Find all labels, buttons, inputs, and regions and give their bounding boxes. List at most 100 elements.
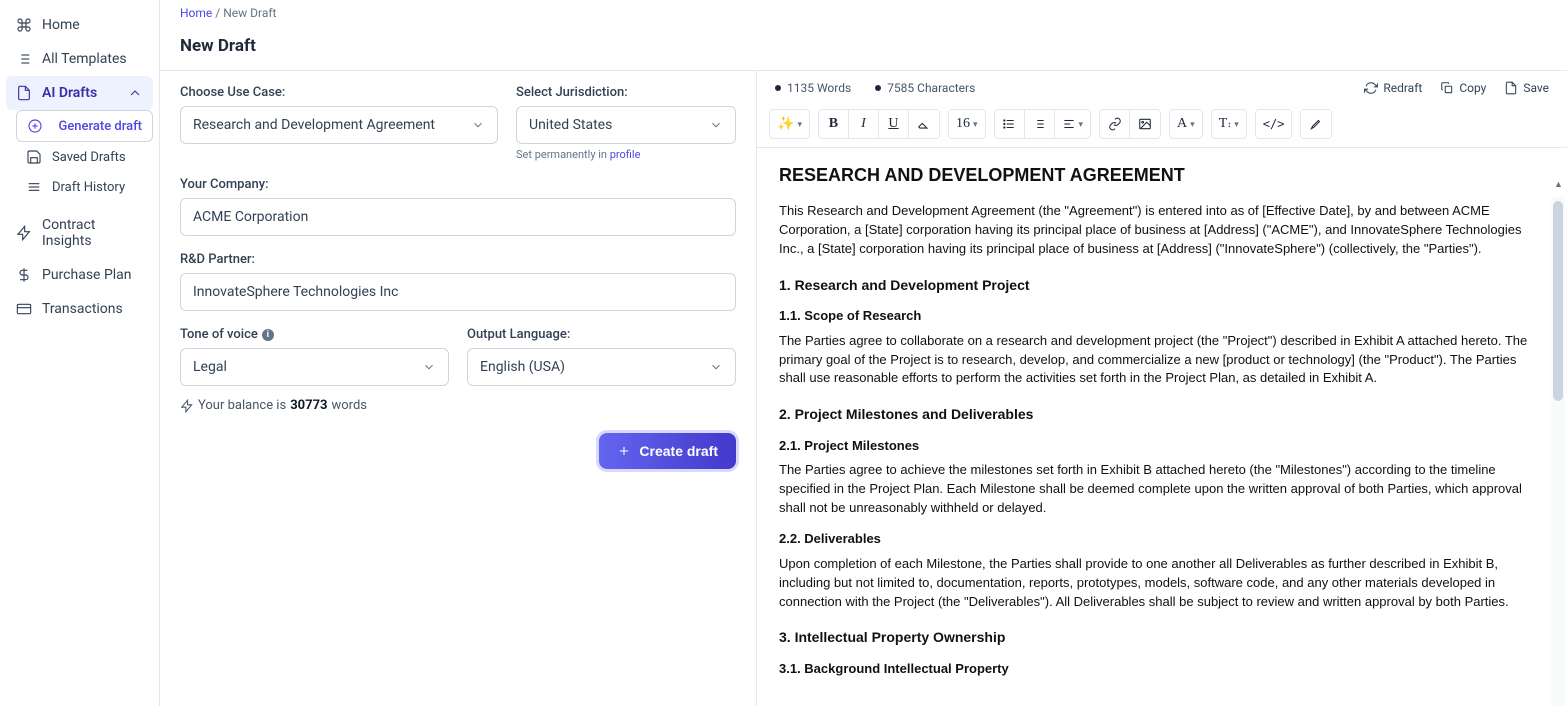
lang-value: English (USA) [480,359,565,375]
bolt-icon [180,399,194,413]
company-label: Your Company: [180,177,736,192]
nav-ai-drafts-sub: Generate draft Saved Drafts Draft Histor… [6,110,153,202]
chevron-down-icon [709,118,723,132]
nav-saved-drafts[interactable]: Saved Drafts [16,142,153,172]
lang-select[interactable]: English (USA) [467,348,736,386]
info-icon: i [262,329,274,341]
nav-ai-drafts-label: AI Drafts [42,85,97,101]
chevron-down-icon [471,118,485,132]
redraft-button[interactable]: Redraft [1364,81,1422,95]
save-icon [26,149,42,165]
nav-purchase-label: Purchase Plan [42,267,132,283]
nav-transactions[interactable]: Transactions [6,292,153,326]
tone-select[interactable]: Legal [180,348,449,386]
nav-history-label: Draft History [52,180,125,195]
chevron-up-icon [127,85,143,101]
bold-button[interactable]: B [819,110,849,138]
refresh-icon [1364,81,1378,95]
magic-button[interactable]: ✨▾ [770,110,809,138]
copy-icon [1440,81,1454,95]
doc-p22: Upon completion of each Milestone, the P… [779,555,1545,612]
image-button[interactable] [1130,110,1160,138]
balance-text: Your balance is 30773 words [180,398,736,413]
link-icon [1108,117,1122,131]
nav-generate-draft[interactable]: Generate draft [16,110,153,142]
list-icon [16,51,32,67]
plus-icon [617,444,631,458]
tone-value: Legal [193,359,227,375]
link-button[interactable] [1100,110,1130,138]
form-panel: Choose Use Case: Research and Developmen… [160,71,757,706]
breadcrumb-home[interactable]: Home [180,6,212,20]
create-draft-button[interactable]: Create draft [599,433,736,469]
word-count: 1135 Words [775,81,851,95]
nav-purchase[interactable]: Purchase Plan [6,258,153,292]
jurisdiction-hint: Set permanently in profile [516,148,736,161]
jurisdiction-select[interactable]: United States [516,106,736,144]
chevron-down-icon [709,360,723,374]
highlight-button[interactable] [1301,110,1331,138]
nav-transactions-label: Transactions [42,301,123,317]
nav-insights-label: Contract Insights [42,217,143,249]
nav-home[interactable]: Home [6,8,153,42]
tone-label: Tone of voice i [180,327,449,342]
nav-home-label: Home [42,17,80,33]
nav-insights[interactable]: Contract Insights [6,208,153,258]
jurisdiction-value: United States [529,117,612,133]
scrollbar[interactable]: ▲ [1551,197,1565,706]
company-value: ACME Corporation [193,209,308,225]
scroll-thumb[interactable] [1553,201,1563,401]
usecase-value: Research and Development Agreement [193,117,435,133]
field-lang: Output Language: English (USA) [467,327,736,386]
field-usecase: Choose Use Case: Research and Developmen… [180,85,498,161]
underline-button[interactable]: U [879,110,909,138]
file-icon [1504,81,1518,95]
editor-panel: 1135 Words 7585 Characters Redraft Copy … [757,71,1567,706]
doc-h31: 3.1. Background Intellectual Property [779,660,1545,679]
partner-input[interactable]: InnovateSphere Technologies Inc [180,273,736,311]
balance-num: 30773 [290,398,327,413]
document-body[interactable]: RESEARCH AND DEVELOPMENT AGREEMENT This … [757,148,1567,706]
code-button[interactable]: </> [1256,110,1292,138]
doc-h22: 2.2. Deliverables [779,530,1545,549]
field-partner: R&D Partner: InnovateSphere Technologies… [180,252,736,311]
doc-p21: The Parties agree to achieve the milesto… [779,461,1545,518]
company-input[interactable]: ACME Corporation [180,198,736,236]
nav-templates[interactable]: All Templates [6,42,153,76]
file-icon [16,85,32,101]
doc-title: RESEARCH AND DEVELOPMENT AGREEMENT [779,162,1545,188]
partner-value: InnovateSphere Technologies Inc [193,284,399,300]
doc-h21: 2.1. Project Milestones [779,437,1545,456]
list-ul-icon [1002,117,1016,131]
clear-format-button[interactable] [909,110,939,138]
textstyle-button[interactable]: T↕▾ [1212,110,1246,138]
eraser-icon [917,117,931,131]
doc-h3: 3. Intellectual Property Ownership [779,627,1545,647]
document-scroll[interactable]: RESEARCH AND DEVELOPMENT AGREEMENT This … [757,148,1567,706]
doc-intro: This Research and Development Agreement … [779,202,1545,259]
nav-ai-drafts[interactable]: AI Drafts [6,76,153,110]
breadcrumb: Home / New Draft [160,0,1567,24]
profile-link[interactable]: profile [610,148,641,161]
lang-label: Output Language: [467,327,736,342]
field-tone: Tone of voice i Legal [180,327,449,386]
main-content: Home / New Draft New Draft Choose Use Ca… [160,0,1567,706]
ol-button[interactable] [1025,110,1055,138]
italic-button[interactable]: I [849,110,879,138]
save-button[interactable]: Save [1504,81,1549,95]
usecase-label: Choose Use Case: [180,85,498,100]
fontsize-select[interactable]: 16▾ [949,110,985,138]
usecase-select[interactable]: Research and Development Agreement [180,106,498,144]
scroll-up-icon[interactable]: ▲ [1554,179,1563,190]
nav-draft-history[interactable]: Draft History [16,172,153,202]
doc-p11: The Parties agree to collaborate on a re… [779,332,1545,389]
ul-button[interactable] [995,110,1025,138]
copy-button[interactable]: Copy [1440,81,1486,95]
editor-toolbar: ✨▾ B I U 16▾ ▾ A▾ T↕▾ [757,105,1567,148]
doc-h2: 2. Project Milestones and Deliverables [779,404,1545,424]
textcolor-button[interactable]: A▾ [1170,110,1202,138]
align-button[interactable]: ▾ [1055,110,1091,138]
align-icon [1062,117,1076,131]
bolt-icon [16,225,32,241]
char-count: 7585 Characters [875,81,975,95]
